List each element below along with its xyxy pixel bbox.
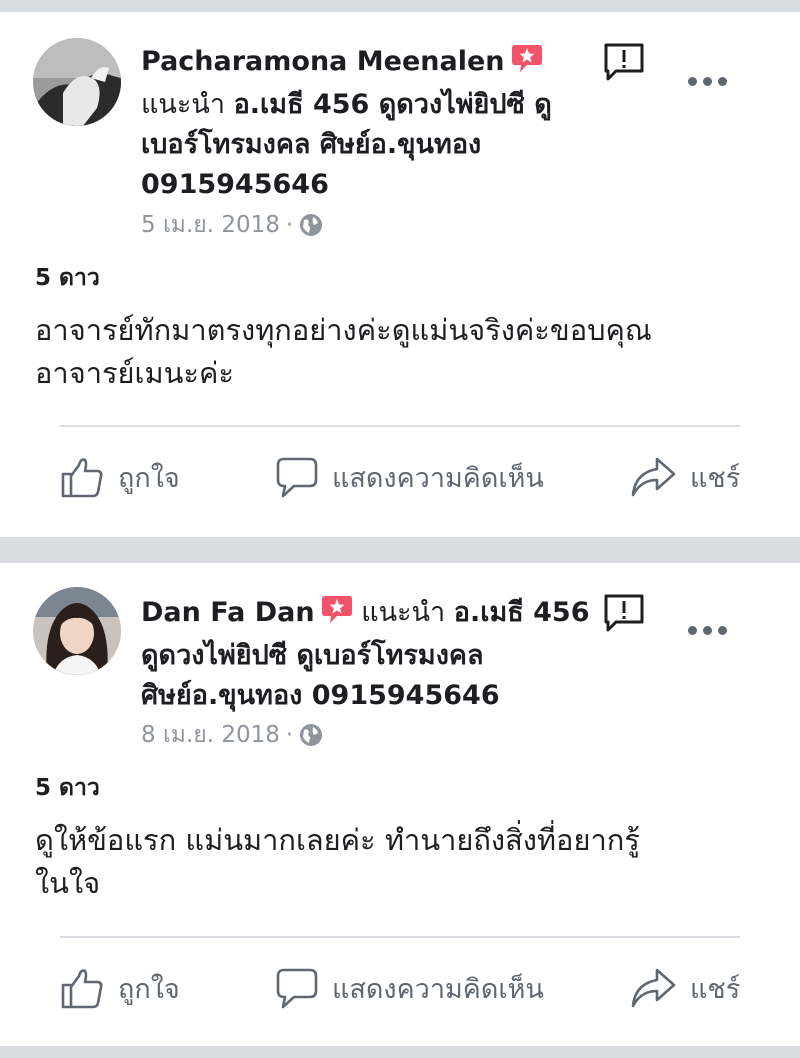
share-label: แชร์ [690,973,741,1005]
like-label: ถูกใจ [118,973,180,1005]
page-phone[interactable]: 0915945646 [141,165,600,205]
like-icon [61,969,103,1009]
post-date[interactable]: 5 เม.ย. 2018 [141,212,280,238]
page-name[interactable]: อ.เมธี 456 [454,597,590,628]
globe-icon [299,213,323,245]
divider [60,425,740,427]
recommend-label: แนะนำ [141,89,225,120]
share-label: แชร์ [690,462,741,494]
action-bar: ถูกใจ แสดงความคิดเห็น แชร์ [0,963,800,1013]
page-phone[interactable]: ศิษย์อ.ขุนทอง 0915945646 [141,676,600,716]
rating: 5 ดาว [35,775,100,801]
review-text: อาจารย์ทักมาตรงทุกอย่างค่ะดูแม่นจริงค่ะข… [35,309,770,395]
recommend-badge-icon [511,43,543,85]
post-header: Dan Fa Dan แนะนำ อ.เมธี 456 ดูดวงไพ่ยิปซ… [141,593,600,716]
share-icon [631,968,676,1008]
recommend-label: แนะนำ [361,597,446,628]
author-name[interactable]: Pacharamona Meenalen [141,46,505,77]
like-label: ถูกใจ [118,462,180,494]
review-post: Dan Fa Dan แนะนำ อ.เมธี 456 ดูดวงไพ่ยิปซ… [0,563,800,1046]
like-icon [61,458,103,498]
page-name-line2[interactable]: เบอร์โทรมงคล ศิษย์อ.ขุนทอง [141,125,600,165]
recommend-badge-icon [321,594,353,636]
author-name[interactable]: Dan Fa Dan [141,597,315,628]
share-button[interactable]: แชร์ [630,452,740,502]
rating: 5 ดาว [35,265,100,291]
review-text-line2: อาจารย์เมนะค่ะ [35,356,234,390]
share-button[interactable]: แชร์ [630,963,740,1013]
like-button[interactable]: ถูกใจ [60,963,180,1013]
comment-label: แสดงความคิดเห็น [332,462,544,494]
review-post: Pacharamona Meenalen แนะนำ อ.เมธี 456 ดู… [0,12,800,537]
page-name-line2[interactable]: ดูดวงไพ่ยิปซี ดูเบอร์โทรมงคล [141,636,600,676]
page-name[interactable]: อ.เมธี 456 ดูดวงไพ่ยิปซี ดู [234,89,552,120]
more-icon[interactable] [688,624,728,638]
comment-label: แสดงความคิดเห็น [332,973,544,1005]
avatar[interactable] [33,38,121,126]
like-button[interactable]: ถูกใจ [60,452,180,502]
comment-button[interactable]: แสดงความคิดเห็น [274,452,544,502]
globe-icon [299,723,323,755]
meta-separator: · [285,722,294,748]
post-header: Pacharamona Meenalen แนะนำ อ.เมธี 456 ดู… [141,42,600,205]
review-text: ดูให้ข้อแรก แม่นมากเลยค่ะ ทำนายถึงสิ่งที… [35,819,770,905]
report-icon[interactable] [602,593,646,633]
action-bar: ถูกใจ แสดงความคิดเห็น แชร์ [0,452,800,502]
comment-icon [276,457,318,498]
post-date[interactable]: 8 เม.ย. 2018 [141,722,280,748]
more-icon[interactable] [688,75,728,89]
post-meta: 8 เม.ย. 2018 · [141,720,323,755]
review-text-line2: ในใจ [35,866,101,900]
share-icon [631,457,676,497]
review-text-line1: ดูให้ข้อแรก แม่นมากเลยค่ะ ทำนายถึงสิ่งที… [35,823,640,857]
comment-button[interactable]: แสดงความคิดเห็น [274,963,544,1013]
meta-separator: · [285,212,294,238]
review-text-line1: อาจารย์ทักมาตรงทุกอย่างค่ะดูแม่นจริงค่ะข… [35,313,652,347]
avatar[interactable] [33,587,121,675]
report-icon[interactable] [602,42,646,82]
comment-icon [276,968,318,1009]
post-meta: 5 เม.ย. 2018 · [141,210,323,245]
divider [60,936,740,938]
